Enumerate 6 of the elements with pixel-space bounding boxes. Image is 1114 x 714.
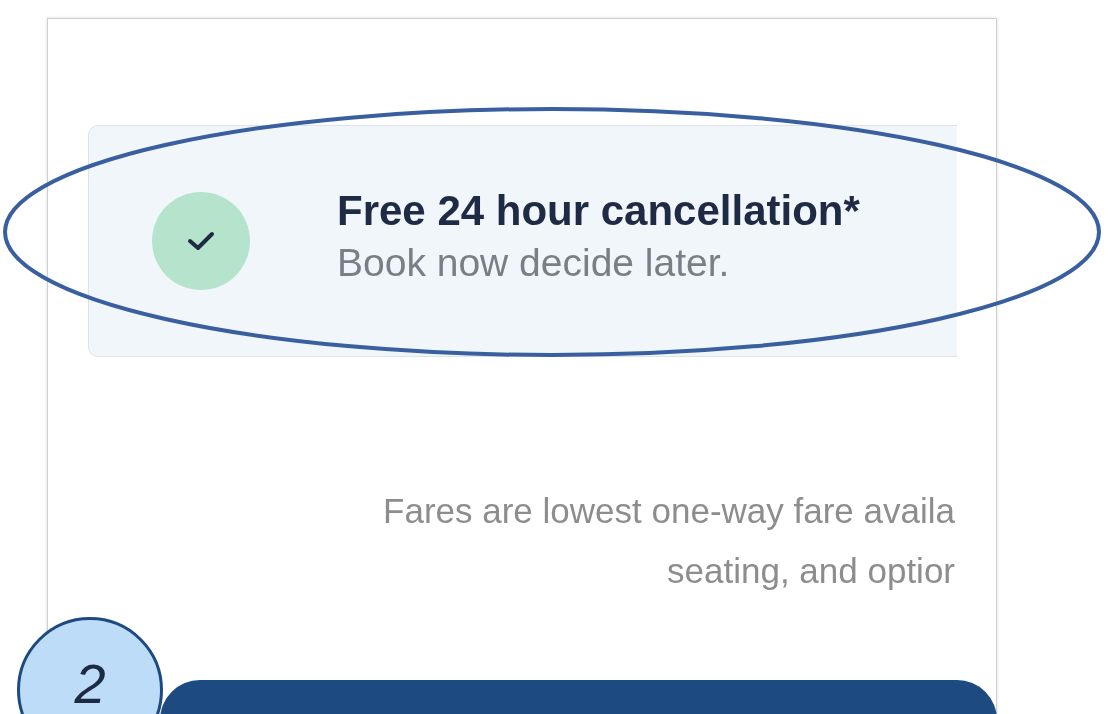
cancellation-title: Free 24 hour cancellation* bbox=[337, 187, 860, 235]
cancellation-subtitle: Book now decide later. bbox=[337, 241, 731, 285]
step-number: 2 bbox=[74, 656, 106, 714]
check-icon bbox=[187, 230, 215, 252]
fare-note-line: Fares are lowest one-way fare availa bbox=[383, 490, 955, 532]
fare-note-line: seating, and optior bbox=[667, 550, 955, 592]
